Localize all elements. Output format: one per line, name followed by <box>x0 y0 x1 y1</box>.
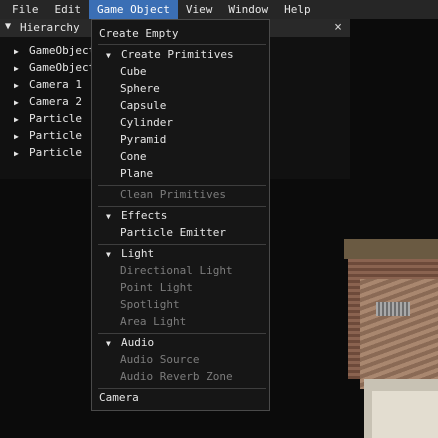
collapse-arrow-icon: ▼ <box>106 51 111 60</box>
expand-arrow-icon[interactable]: ▶ <box>14 44 29 60</box>
scene-window <box>376 302 410 316</box>
menu-item-plane[interactable]: Plane <box>92 166 269 182</box>
hierarchy-item[interactable]: ▶ GameObject <box>14 43 95 59</box>
hierarchy-item[interactable]: ▶ Particle <box>14 128 82 144</box>
menu-separator <box>98 185 266 186</box>
hierarchy-item[interactable]: ▶ Camera 1 <box>14 77 82 93</box>
menu-header-light[interactable]: ▼ Light <box>92 246 269 262</box>
menu-item-area-light: Area Light <box>120 315 187 328</box>
expand-arrow-icon[interactable]: ▶ <box>14 129 29 145</box>
close-icon[interactable]: × <box>330 19 346 37</box>
menu-item-pyramid[interactable]: Pyramid <box>92 132 269 148</box>
expand-arrow-icon[interactable]: ▶ <box>14 78 29 94</box>
game-object-menu: Create Empty ▼ Create Primitives Cube Sph… <box>91 19 270 411</box>
menu-item-particle-emitter[interactable]: Particle Emitter <box>92 225 269 241</box>
menu-item-sphere[interactable]: Sphere <box>92 81 269 97</box>
menu-item-create-empty[interactable]: Create Empty <box>92 26 269 42</box>
menu-item-spotlight: Spotlight <box>120 298 180 311</box>
hierarchy-item[interactable]: ▶ Particle <box>14 111 82 127</box>
menu-separator <box>98 388 266 389</box>
collapse-arrow-icon: ▼ <box>106 212 111 221</box>
collapse-arrow-icon: ▼ <box>106 250 111 259</box>
scene-building-top <box>344 239 438 259</box>
hierarchy-item[interactable]: ▶ Particle <box>14 145 82 161</box>
menu-view[interactable]: View <box>178 0 221 19</box>
menu-item-audio-reverb-zone: Audio Reverb Zone <box>120 370 233 383</box>
menu-item-camera[interactable]: Camera <box>92 390 269 406</box>
expand-arrow-icon[interactable]: ▶ <box>14 112 29 128</box>
menu-window[interactable]: Window <box>220 0 276 19</box>
menu-item-directional-light: Directional Light <box>120 264 233 277</box>
menu-header-effects[interactable]: ▼ Effects <box>92 208 269 224</box>
menu-separator <box>98 206 266 207</box>
menu-bar: File Edit Game Object View Window Help <box>0 0 438 19</box>
menu-help[interactable]: Help <box>276 0 319 19</box>
collapse-arrow-icon[interactable]: ▼ <box>5 21 11 32</box>
hierarchy-title: Hierarchy <box>20 21 80 34</box>
expand-arrow-icon[interactable]: ▶ <box>14 61 29 77</box>
menu-item-capsule[interactable]: Capsule <box>92 98 269 114</box>
menu-item-cube[interactable]: Cube <box>92 64 269 80</box>
menu-edit[interactable]: Edit <box>47 0 90 19</box>
menu-separator <box>98 44 266 45</box>
menu-separator <box>98 244 266 245</box>
hierarchy-item[interactable]: ▶ GameObject <box>14 60 95 76</box>
menu-item-clean-primitives: Clean Primitives <box>120 188 226 201</box>
scene-roof <box>360 279 438 389</box>
menu-item-point-light: Point Light <box>120 281 193 294</box>
menu-header-audio[interactable]: ▼ Audio <box>92 335 269 351</box>
hierarchy-item[interactable]: ▶ Camera 2 <box>14 94 82 110</box>
expand-arrow-icon[interactable]: ▶ <box>14 146 29 162</box>
menu-separator <box>98 333 266 334</box>
menu-item-cone[interactable]: Cone <box>92 149 269 165</box>
scene-white-wall-front <box>372 391 438 438</box>
menu-header-create-primitives[interactable]: ▼ Create Primitives <box>92 47 269 63</box>
menu-game-object[interactable]: Game Object <box>89 0 178 19</box>
menu-item-audio-source: Audio Source <box>120 353 200 366</box>
expand-arrow-icon[interactable]: ▶ <box>14 95 29 111</box>
collapse-arrow-icon: ▼ <box>106 339 111 348</box>
menu-item-cylinder[interactable]: Cylinder <box>92 115 269 131</box>
menu-file[interactable]: File <box>0 0 47 19</box>
